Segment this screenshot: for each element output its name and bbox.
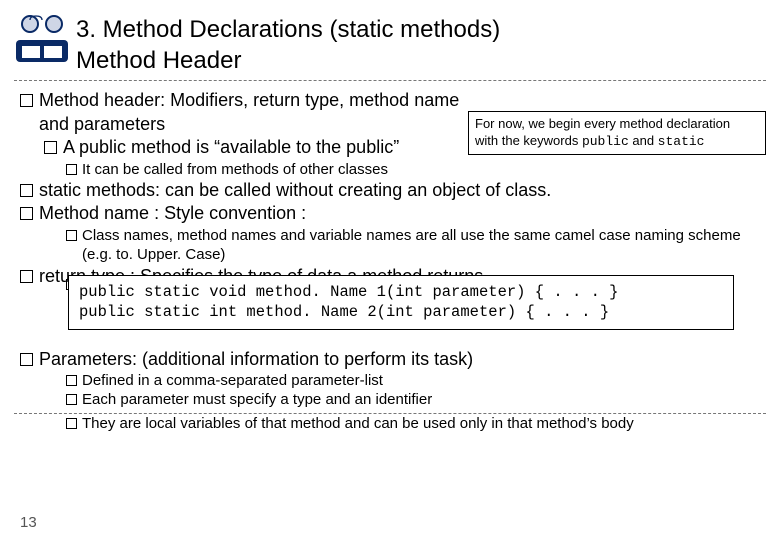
checkbox-icon bbox=[66, 230, 77, 241]
checkbox-icon bbox=[66, 375, 77, 386]
bullet-param-type-id: Each parameter must specify a type and a… bbox=[66, 390, 760, 410]
code-example-box: public static void method. Name 1(int pa… bbox=[68, 275, 734, 329]
checkbox-icon bbox=[66, 418, 77, 429]
bullet-text: Method name : Style convention : bbox=[39, 202, 306, 225]
code-line-1: public static void method. Name 1(int pa… bbox=[79, 283, 619, 301]
bullet-camel-case: Class names, method names and variable n… bbox=[66, 226, 760, 265]
bullet-text: Each parameter must specify a type and a… bbox=[82, 390, 432, 410]
slide-title: 3. Method Declarations (static methods) … bbox=[76, 10, 500, 76]
callout-box: For now, we begin every method declarati… bbox=[468, 111, 766, 155]
code-line-2: public static int method. Name 2(int par… bbox=[79, 303, 609, 321]
bullet-called-from: It can be called from methods of other c… bbox=[66, 160, 760, 180]
checkbox-icon bbox=[44, 141, 57, 154]
bullet-local-vars: They are local variables of that method … bbox=[66, 414, 760, 434]
callout-kw-public: public bbox=[582, 134, 629, 149]
slide-header: 3. Method Declarations (static methods) … bbox=[0, 0, 780, 78]
checkbox-icon bbox=[20, 184, 33, 197]
slide-content: For now, we begin every method declarati… bbox=[0, 89, 780, 433]
bullet-text: Defined in a comma-separated parameter-l… bbox=[82, 371, 383, 391]
checkbox-icon bbox=[20, 94, 33, 107]
bullet-method-name: Method name : Style convention : bbox=[20, 202, 760, 225]
callout-kw-static: static bbox=[658, 134, 705, 149]
callout-line1: For now, we begin every method declarati… bbox=[475, 116, 730, 131]
checkbox-icon bbox=[20, 207, 33, 220]
callout-line2-pre: with the keywords bbox=[475, 133, 582, 148]
title-line-2: Method Header bbox=[76, 47, 241, 74]
checkbox-icon bbox=[66, 394, 77, 405]
bullet-text: They are local variables of that method … bbox=[82, 414, 634, 434]
bullet-static-methods: static methods: can be called without cr… bbox=[20, 179, 760, 202]
callout-mid: and bbox=[629, 133, 658, 148]
bullet-text: Class names, method names and variable n… bbox=[82, 226, 760, 265]
title-line-1: 3. Method Declarations (static methods) bbox=[76, 16, 500, 43]
checkbox-icon bbox=[66, 164, 77, 175]
bullet-text: Method header: Modifiers, return type, m… bbox=[39, 89, 479, 136]
bullet-text: static methods: can be called without cr… bbox=[39, 179, 551, 202]
bullet-text: Parameters: (additional information to p… bbox=[39, 348, 473, 371]
header-divider bbox=[14, 80, 766, 81]
bullet-text: It can be called from methods of other c… bbox=[82, 160, 388, 180]
bullet-param-list: Defined in a comma-separated parameter-l… bbox=[66, 371, 760, 391]
page-number: 13 bbox=[20, 513, 37, 533]
university-logo-icon bbox=[14, 10, 70, 66]
checkbox-icon bbox=[20, 353, 33, 366]
bullet-parameters: Parameters: (additional information to p… bbox=[20, 348, 760, 371]
bullet-text: A public method is “available to the pub… bbox=[63, 136, 399, 159]
